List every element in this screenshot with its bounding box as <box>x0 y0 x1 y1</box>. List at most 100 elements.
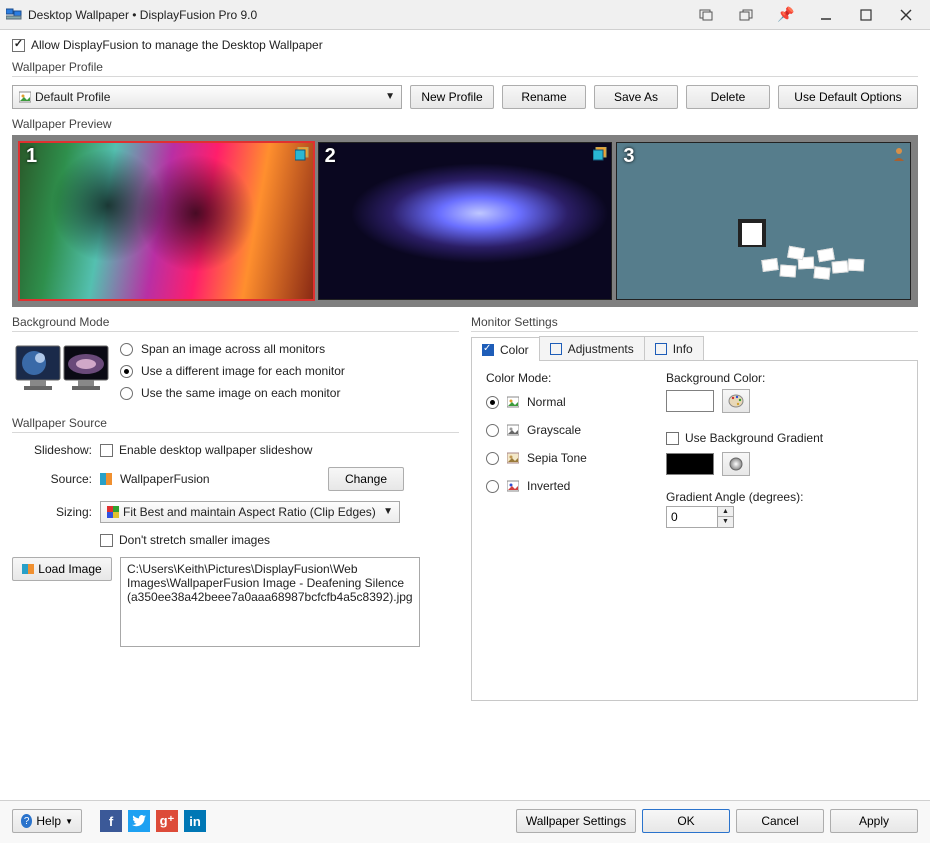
twitter-icon[interactable] <box>128 810 150 832</box>
sizing-label: Sizing: <box>12 505 92 519</box>
tab-color[interactable]: Color <box>471 337 540 361</box>
monitor-preview-1[interactable]: 1 <box>19 142 314 300</box>
monitor-number: 2 <box>325 145 336 168</box>
use-gradient-label: Use Background Gradient <box>685 431 823 445</box>
titlebar-aux2-button[interactable] <box>726 0 766 30</box>
bgmode-same-radio[interactable]: Use the same image on each monitor <box>120 382 459 404</box>
close-button[interactable] <box>886 0 926 30</box>
monitor-group-label: Monitor Settings <box>471 315 918 329</box>
change-button[interactable]: Change <box>328 467 404 491</box>
gradient-color-well[interactable] <box>666 453 714 475</box>
delete-button[interactable]: Delete <box>686 85 770 109</box>
profile-group-label: Wallpaper Profile <box>12 60 918 74</box>
source-value: WallpaperFusion <box>120 472 320 486</box>
preview-group-label: Wallpaper Preview <box>12 117 918 131</box>
monitor-number: 3 <box>623 145 634 168</box>
colormode-gray-radio[interactable]: Grayscale <box>486 419 636 441</box>
sepia-icon <box>507 452 519 464</box>
save-as-button[interactable]: Save As <box>594 85 678 109</box>
gradangle-spinner[interactable]: ▲▼ <box>666 506 734 528</box>
person-icon <box>892 147 906 161</box>
tab-info[interactable]: Info <box>644 336 704 360</box>
preview-area: 1 2 3 <box>12 135 918 307</box>
ok-button[interactable]: OK <box>642 809 730 833</box>
gradangle-input[interactable] <box>667 507 717 527</box>
bgmode-diff-radio[interactable]: Use a different image for each monitor <box>120 360 459 382</box>
checkbox-icon <box>100 534 113 547</box>
apply-button[interactable]: Apply <box>830 809 918 833</box>
bgcolor-label: Background Color: <box>666 371 903 385</box>
colormode-normal-radio[interactable]: Normal <box>486 391 636 413</box>
slideshow-label: Slideshow: <box>12 443 92 457</box>
profile-icon <box>19 91 31 103</box>
googleplus-icon[interactable]: g⁺ <box>156 810 178 832</box>
bgmode-group-label: Background Mode <box>12 315 459 329</box>
color-mode-label: Color Mode: <box>486 371 636 385</box>
slideshow-checkbox[interactable]: Enable desktop wallpaper slideshow <box>100 443 312 457</box>
allow-manage-label: Allow DisplayFusion to manage the Deskto… <box>31 38 323 52</box>
profile-selected: Default Profile <box>35 90 110 104</box>
footer: ? Help ▼ f g⁺ in Wallpaper Settings OK C… <box>0 800 930 843</box>
pin-button[interactable]: 📌 <box>766 0 806 30</box>
source-icon <box>100 473 112 485</box>
wallpaper-settings-button[interactable]: Wallpaper Settings <box>516 809 636 833</box>
help-button[interactable]: ? Help ▼ <box>12 809 82 833</box>
linkedin-icon[interactable]: in <box>184 810 206 832</box>
sizing-value: Fit Best and maintain Aspect Ratio (Clip… <box>123 505 376 519</box>
bgmode-same-label: Use the same image on each monitor <box>141 386 340 400</box>
checkbox-icon <box>12 39 25 52</box>
titlebar-aux1-button[interactable] <box>686 0 726 30</box>
title-bar: Desktop Wallpaper • DisplayFusion Pro 9.… <box>0 0 930 30</box>
gray-icon <box>507 424 519 436</box>
monitor-number: 1 <box>26 145 37 168</box>
use-gradient-checkbox[interactable]: Use Background Gradient <box>666 431 823 445</box>
monitor-preview-3[interactable]: 3 <box>616 142 911 300</box>
new-profile-button[interactable]: New Profile <box>410 85 494 109</box>
monitor-preview-2[interactable]: 2 <box>318 142 613 300</box>
profile-select[interactable]: Default Profile ▼ <box>12 85 402 109</box>
colormode-inverted-radio[interactable]: Inverted <box>486 475 636 497</box>
chevron-down-icon: ▼ <box>65 817 73 826</box>
spin-down-button[interactable]: ▼ <box>718 517 733 527</box>
help-icon: ? <box>21 814 32 828</box>
bgcolor-well[interactable] <box>666 390 714 412</box>
monitor-badge-icon <box>593 147 607 161</box>
gradient-type-button[interactable] <box>722 452 750 476</box>
palette-button[interactable] <box>722 389 750 413</box>
maximize-button[interactable] <box>846 0 886 30</box>
dont-stretch-checkbox[interactable]: Don't stretch smaller images <box>100 533 270 547</box>
inverted-icon <box>507 480 519 492</box>
use-default-options-button[interactable]: Use Default Options <box>778 85 918 109</box>
tab-strip: Color Adjustments Info <box>471 336 918 361</box>
cancel-button[interactable]: Cancel <box>736 809 824 833</box>
chevron-down-icon: ▼ <box>383 506 393 517</box>
tab-adjustments[interactable]: Adjustments <box>539 336 645 360</box>
dual-monitor-icon <box>12 338 112 408</box>
source-group-label: Wallpaper Source <box>12 416 459 430</box>
facebook-icon[interactable]: f <box>100 810 122 832</box>
checkbox-icon <box>666 432 679 445</box>
rename-button[interactable]: Rename <box>502 85 586 109</box>
papers-graphic <box>758 245 878 285</box>
source-label: Source: <box>12 472 92 486</box>
image-path-box[interactable]: C:\Users\Keith\Pictures\DisplayFusion\We… <box>120 557 420 647</box>
dont-stretch-label: Don't stretch smaller images <box>119 533 270 547</box>
normal-icon <box>507 396 519 408</box>
monitor-badge-icon <box>295 147 309 161</box>
window-title: Desktop Wallpaper • DisplayFusion Pro 9.… <box>28 8 257 22</box>
bgmode-span-label: Span an image across all monitors <box>141 342 325 356</box>
bgmode-diff-label: Use a different image for each monitor <box>141 364 345 378</box>
image-icon <box>22 563 34 575</box>
sizing-icon <box>107 506 119 518</box>
allow-manage-checkbox[interactable]: Allow DisplayFusion to manage the Deskto… <box>12 38 918 52</box>
slideshow-chk-label: Enable desktop wallpaper slideshow <box>119 443 312 457</box>
colormode-sepia-radio[interactable]: Sepia Tone <box>486 447 636 469</box>
minimize-button[interactable] <box>806 0 846 30</box>
checkbox-icon <box>100 444 113 457</box>
load-image-button[interactable]: Load Image <box>12 557 112 581</box>
bgmode-span-radio[interactable]: Span an image across all monitors <box>120 338 459 360</box>
sizing-select[interactable]: Fit Best and maintain Aspect Ratio (Clip… <box>100 501 400 523</box>
color-panel: Color Mode: Normal Grayscale Sepia Tone … <box>471 361 918 701</box>
chevron-down-icon: ▼ <box>385 91 395 102</box>
spin-up-button[interactable]: ▲ <box>718 507 733 518</box>
